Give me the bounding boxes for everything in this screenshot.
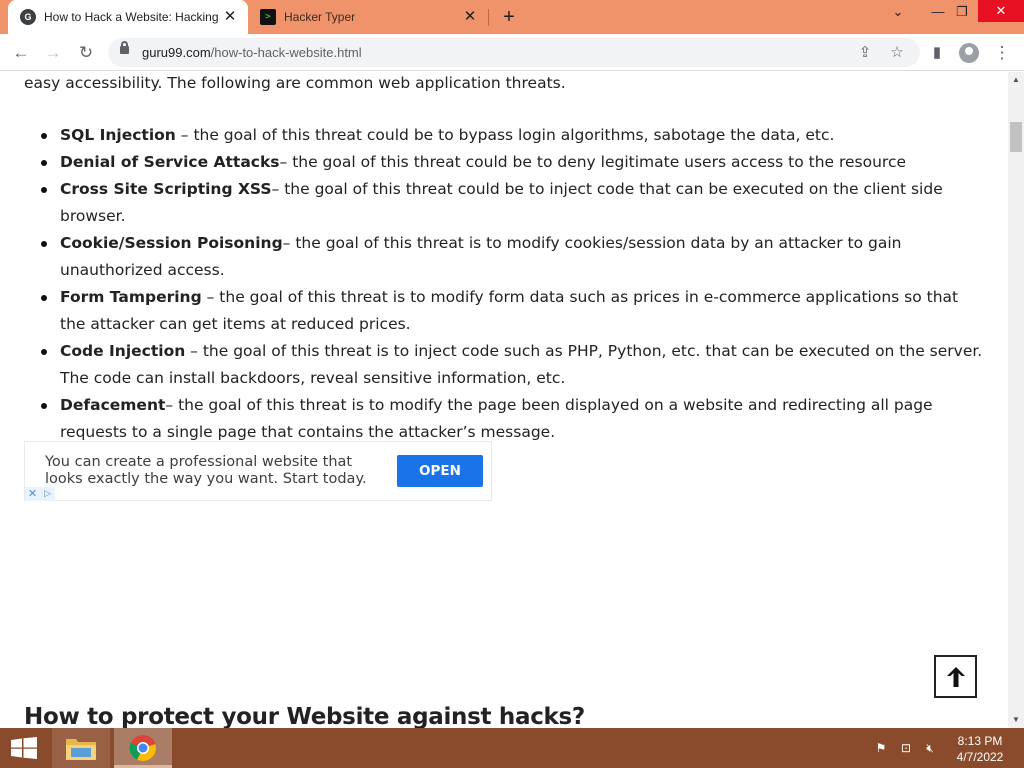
tab-title: How to Hack a Website: Hacking [44, 10, 219, 24]
menu-kebab-icon[interactable]: ⋮ [989, 40, 1015, 66]
restore-icon[interactable]: ❐ [942, 0, 982, 34]
threat-list: SQL Injection – the goal of this threat … [41, 122, 985, 446]
volume-muted-icon[interactable]: 🔇︎ [922, 740, 938, 756]
terminal-favicon-icon: > [260, 9, 276, 25]
lock-icon[interactable] [120, 41, 129, 54]
bookmark-star-icon[interactable]: ☆ [886, 42, 908, 64]
tab-how-to-hack[interactable]: G How to Hack a Website: Hacking ✕ [8, 0, 248, 34]
share-icon[interactable]: ⇪ [854, 42, 876, 64]
advertisement-banner[interactable]: You can create a professional website th… [24, 441, 492, 501]
url-domain: guru99.com [142, 45, 211, 60]
chrome-taskbar-button[interactable] [114, 728, 172, 768]
threat-term: Code Injection [60, 342, 186, 360]
action-center-flag-icon[interactable]: ⚑ [873, 740, 889, 756]
list-item: Form Tampering – the goal of this threat… [41, 284, 985, 338]
scroll-to-top-button[interactable] [934, 655, 977, 698]
profile-avatar-icon[interactable] [956, 40, 982, 66]
tab-title: Hacker Typer [284, 10, 356, 24]
list-item: Code Injection – the goal of this threat… [41, 338, 985, 392]
chrome-logo-icon [129, 735, 156, 762]
folder-icon [66, 739, 96, 760]
new-tab-plus-icon[interactable]: + [499, 6, 519, 28]
threat-desc: – the goal of this threat is to modify t… [60, 396, 933, 441]
browser-toolbar: ← → ↻ guru99.com/how-to-hack-website.htm… [0, 34, 1024, 71]
start-button[interactable] [0, 728, 48, 768]
clock-time: 8:13 PM [957, 734, 1003, 748]
threat-term: Defacement [60, 396, 166, 414]
arrow-up-icon [947, 667, 965, 687]
clock-date: 4/7/2022 [956, 750, 1004, 764]
back-arrow-icon[interactable]: ← [8, 40, 34, 66]
threat-term: Denial of Service Attacks [60, 153, 280, 171]
browser-title-bar: G How to Hack a Website: Hacking ✕ > Hac… [0, 0, 1024, 34]
window-close-icon[interactable]: ✕ [978, 0, 1024, 22]
url-text[interactable]: guru99.com/how-to-hack-website.html [142, 45, 362, 60]
threat-term: SQL Injection [60, 126, 176, 144]
scroll-down-arrow-icon[interactable]: ▼ [1008, 712, 1024, 728]
scrollbar-thumb[interactable] [1010, 122, 1022, 152]
page-scrollbar[interactable]: ▲ ▼ [1008, 72, 1024, 728]
threat-term: Form Tampering [60, 288, 202, 306]
file-explorer-taskbar-button[interactable] [52, 728, 110, 768]
ad-close-icon[interactable]: ✕ [25, 487, 40, 501]
tab-hacker-typer[interactable]: > Hacker Typer ✕ [252, 0, 488, 34]
threat-desc: – the goal of this threat is to inject c… [60, 342, 983, 387]
threat-term: Cross Site Scripting XSS [60, 180, 272, 198]
threat-term: Cookie/Session Poisoning [60, 234, 283, 252]
url-path: /how-to-hack-website.html [210, 45, 362, 60]
list-item: Defacement– the goal of this threat is t… [41, 392, 985, 446]
windows-taskbar: ⚑ ⊡ 🔇︎ 8:13 PM 4/7/2022 [0, 728, 1024, 768]
intro-text: easy accessibility. The following are co… [24, 74, 566, 92]
windows-logo-icon [11, 737, 37, 759]
side-panel-icon[interactable]: ▮ [924, 40, 950, 66]
page-content: easy accessibility. The following are co… [0, 72, 1008, 728]
guru99-favicon-icon: G [20, 9, 36, 25]
list-item: Denial of Service Attacks– the goal of t… [41, 149, 985, 176]
network-icon[interactable]: ⊡ [898, 740, 914, 756]
reload-icon[interactable]: ↻ [73, 40, 99, 66]
tab-search-chevron-down-icon[interactable]: ⌄ [878, 0, 918, 34]
address-bar[interactable]: guru99.com/how-to-hack-website.html ⇪ ☆ [108, 38, 920, 67]
forward-arrow-icon[interactable]: → [40, 40, 66, 66]
section-heading: How to protect your Website against hack… [24, 704, 585, 728]
list-item: SQL Injection – the goal of this threat … [41, 122, 985, 149]
list-item: Cross Site Scripting XSS– the goal of th… [41, 176, 985, 230]
threat-desc: – the goal of this threat could be to de… [279, 153, 907, 171]
threat-desc: – the goal of this threat could be to by… [175, 126, 835, 144]
system-clock[interactable]: 8:13 PM 4/7/2022 [940, 733, 1020, 765]
ad-choices-icon[interactable]: ▷ [40, 487, 55, 501]
tab-divider [488, 9, 489, 26]
ad-open-button[interactable]: OPEN [397, 455, 483, 487]
close-icon[interactable]: ✕ [462, 9, 478, 25]
ad-text[interactable]: You can create a professional website th… [45, 454, 375, 488]
close-icon[interactable]: ✕ [222, 9, 238, 25]
list-item: Cookie/Session Poisoning– the goal of th… [41, 230, 985, 284]
scroll-up-arrow-icon[interactable]: ▲ [1008, 72, 1024, 88]
